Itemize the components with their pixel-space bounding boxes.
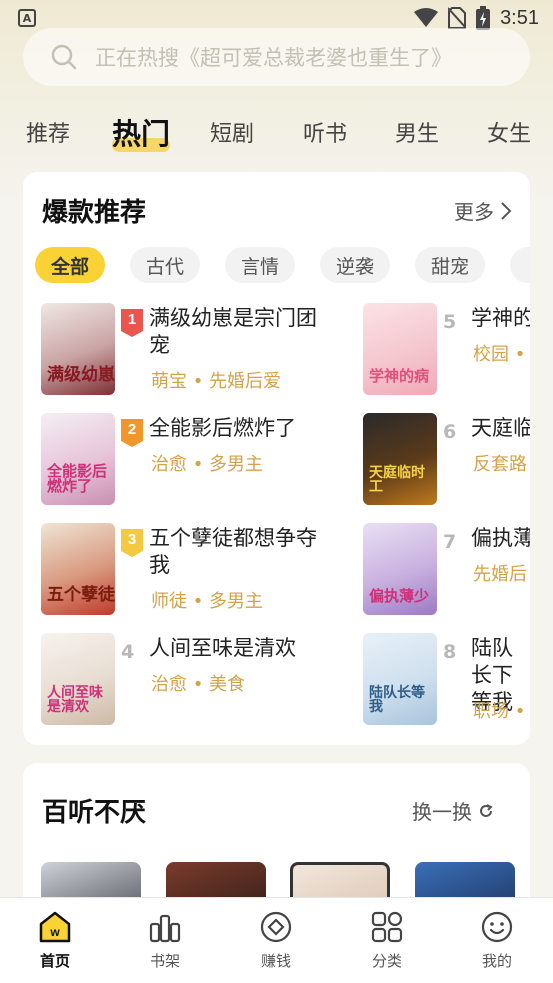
book-cover: 全能影后燃炸了	[41, 413, 115, 505]
rank-number: 8	[443, 641, 457, 663]
book-title: 天庭临	[471, 416, 530, 440]
cover-title: 五个孽徒	[47, 585, 115, 606]
svg-text:w: w	[49, 925, 60, 939]
hot-recommend-card: 爆款推荐 更多 全部 古代 言情 逆袭 甜宠 满级幼崽 1 满级幼崽是宗门团宠 …	[23, 172, 530, 745]
refresh-label: 换一换	[412, 800, 472, 824]
cover-title: 陆队长等我	[369, 684, 425, 716]
chip-all[interactable]: 全部	[35, 247, 105, 283]
book-cover: 偏执薄少	[363, 523, 437, 615]
book-tags: 萌宝 • 先婚后爱	[151, 371, 282, 392]
rank-number: 5	[443, 311, 457, 333]
search-placeholder: 正在热搜《超可爱总裁老婆也重生了》	[95, 46, 452, 70]
book-tags: 校园 •	[473, 344, 526, 365]
section-title: 爆款推荐	[42, 198, 147, 228]
nav-label: 书架	[149, 952, 180, 970]
book-item[interactable]: 满级幼崽 1 满级幼崽是宗门团宠 萌宝 • 先婚后爱	[41, 303, 341, 395]
wifi-icon	[414, 8, 439, 27]
book-item[interactable]: 学神的病 5 学神的 校园 •	[363, 303, 530, 395]
book-item[interactable]: 天庭临时工 6 天庭临 反套路	[363, 413, 530, 505]
book-cover: 五个孽徒	[41, 523, 115, 615]
section-title: 百听不厌	[42, 798, 147, 828]
nav-category[interactable]: 分类	[347, 910, 427, 971]
profile-icon	[481, 911, 513, 943]
book-tags: 反套路	[473, 454, 527, 475]
rank-number: 7	[443, 531, 457, 553]
refresh-icon	[480, 803, 493, 817]
search-icon	[51, 44, 77, 70]
book-title: 偏执薄	[471, 526, 530, 550]
chip-more[interactable]	[510, 247, 530, 283]
search-bar[interactable]: 正在热搜《超可爱总裁老婆也重生了》	[23, 28, 530, 86]
book-title: 全能影后燃炸了	[149, 416, 296, 440]
nav-label: 分类	[371, 952, 402, 970]
book-item[interactable]: 偏执薄少 7 偏执薄 先婚后	[363, 523, 530, 615]
tab-audiobook[interactable]: 听书	[303, 116, 347, 148]
category-chips: 全部 古代 言情 逆袭 甜宠	[35, 247, 530, 283]
book-cover: 天庭临时工	[363, 413, 437, 505]
book-tags: 先婚后	[473, 564, 527, 585]
book-item[interactable]: 全能影后燃炸了 2 全能影后燃炸了 治愈 • 多男主	[41, 413, 341, 505]
chevron-right-icon	[501, 201, 512, 220]
nav-bookshelf[interactable]: 书架	[125, 910, 205, 971]
nav-home[interactable]: w 首页	[15, 910, 95, 971]
tab-short-drama[interactable]: 短剧	[210, 116, 254, 148]
book-title: 满级幼崽是宗门团宠	[149, 306, 317, 357]
bookshelf-icon	[149, 914, 181, 943]
rank-number: 6	[443, 421, 457, 443]
book-item[interactable]: 陆队长等我 8 陆队长下等我 职场 •	[363, 633, 530, 725]
tab-female[interactable]: 女生	[487, 116, 531, 148]
category-icon	[371, 911, 403, 943]
no-sim-icon	[448, 7, 467, 29]
nav-earn[interactable]: 赚钱	[236, 910, 316, 971]
book-tags: 职场 •	[473, 701, 526, 722]
tab-male[interactable]: 男生	[395, 116, 439, 148]
chip-romance[interactable]: 言情	[225, 247, 295, 283]
refresh-button[interactable]: 换一换	[412, 796, 494, 825]
cover-title: 满级幼崽	[47, 365, 115, 386]
book-column-2: 学神的病 5 学神的 校园 • 天庭临时工 6 天庭临 反套路 偏执薄少 7 偏…	[363, 303, 530, 733]
chip-sweet[interactable]: 甜宠	[415, 247, 485, 283]
book-cover: 陆队长等我	[363, 633, 437, 725]
cover-title: 偏执薄少	[369, 587, 430, 606]
tab-hot[interactable]: 热门	[112, 111, 170, 153]
app-notification-icon: A	[18, 9, 36, 27]
nav-label: 首页	[39, 952, 70, 970]
nav-profile[interactable]: 我的	[457, 910, 537, 971]
cover-title: 全能影后燃炸了	[47, 461, 108, 496]
nav-label: 我的	[481, 952, 512, 970]
status-time: 3:51	[500, 6, 539, 29]
book-cover: 学神的病	[363, 303, 437, 395]
nav-label: 赚钱	[260, 952, 291, 970]
book-title: 人间至味是清欢	[149, 636, 296, 660]
chip-counterattack[interactable]: 逆袭	[320, 247, 390, 283]
more-button[interactable]: 更多	[454, 196, 512, 225]
rank-badge	[121, 419, 143, 447]
earn-icon	[260, 911, 292, 943]
book-item[interactable]: 五个孽徒 3 五个孽徒都想争夺我 师徒 • 多男主	[41, 523, 341, 615]
cover-title: 天庭临时工	[369, 464, 425, 496]
book-tags: 师徒 • 多男主	[151, 591, 264, 612]
book-tags: 治愈 • 美食	[151, 674, 246, 695]
tab-recommend[interactable]: 推荐	[26, 116, 70, 148]
book-item[interactable]: 人间至味是清欢 4 人间至味是清欢 治愈 • 美食	[41, 633, 341, 725]
book-cover: 满级幼崽	[41, 303, 115, 395]
book-cover: 人间至味是清欢	[41, 633, 115, 725]
bottom-nav: w 首页 书架 赚钱 分类 我的	[0, 897, 553, 983]
rank-badge	[121, 309, 143, 337]
cover-title: 学神的病	[369, 367, 430, 386]
battery-icon	[476, 6, 491, 30]
home-icon: w	[39, 911, 71, 943]
book-title: 学神的	[471, 306, 530, 330]
book-tags: 治愈 • 多男主	[151, 454, 264, 475]
rank-badge	[121, 529, 143, 557]
chip-ancient[interactable]: 古代	[130, 247, 200, 283]
more-label: 更多	[454, 200, 494, 224]
book-title: 五个孽徒都想争夺我	[149, 526, 317, 577]
cover-title: 人间至味是清欢	[47, 684, 103, 716]
rank-number: 4	[121, 641, 135, 663]
